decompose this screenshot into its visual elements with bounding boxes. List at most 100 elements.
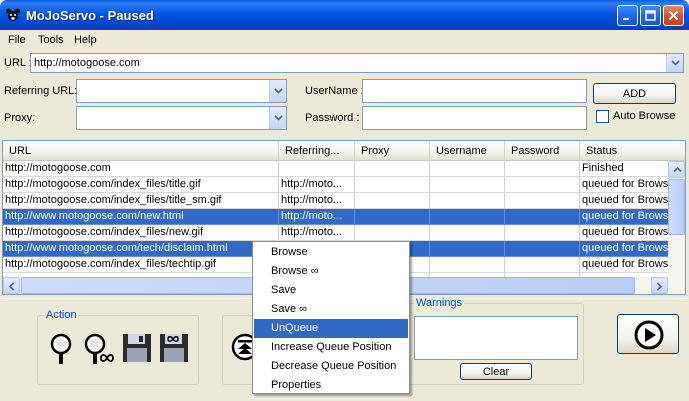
context-menu-item[interactable]: Properties [254,376,408,395]
table-cell-url: http://www.motogoose.com/new.html [3,209,279,225]
save-icon[interactable] [122,333,152,363]
table-cell-user [430,225,505,241]
table-cell-pass [505,209,580,225]
proxy-combo[interactable] [76,106,287,130]
save-infinite-icon[interactable] [159,333,189,363]
table-header: URL Referring... Proxy Username Password… [3,141,685,161]
table-row[interactable]: http://motogoose.com/index_files/title.g… [3,177,669,193]
table-row[interactable]: http://motogoose.com/index_files/new.gif… [3,225,669,241]
window-title: MoJoServo - Paused [26,8,154,23]
referring-url-combo[interactable] [76,79,287,103]
username-field[interactable] [362,79,587,103]
title-bar: MoJoServo - Paused [0,0,689,30]
context-menu: Browse Browse ∞ Save Save ∞ UnQueue Increase … [252,241,410,394]
context-menu-item[interactable]: Save [254,281,408,300]
table-cell-status: queued for Brows... [580,225,669,241]
table-cell-pass [505,241,580,257]
column-header-referring[interactable]: Referring... [279,141,355,161]
table-cell-status: Finished [580,161,669,177]
action-legend: Action [44,309,79,321]
table-cell-user [430,257,505,273]
context-menu-item[interactable]: UnQueue [254,319,408,338]
close-button[interactable] [663,5,684,26]
column-header-proxy[interactable]: Proxy [355,141,430,161]
table-row[interactable]: http://motogoose.com Finished [3,161,669,177]
table-row[interactable]: http://motogoose.com/index_files/title_s… [3,193,669,209]
password-label: Password : [305,112,360,124]
auto-browse-label: Auto Browse [613,110,676,122]
table-cell-status: queued for Brows... [580,209,669,225]
table-cell-ref: http://moto... [279,177,355,193]
table-vertical-scrollbar[interactable] [668,161,685,279]
minimize-button[interactable] [617,5,638,26]
column-header-url[interactable]: URL [3,141,279,161]
table-cell-user [430,209,505,225]
menu-file[interactable]: File [8,34,26,46]
table-cell-user [430,161,505,177]
play-icon [634,320,664,350]
clear-button[interactable]: Clear [460,363,532,380]
context-menu-item[interactable]: Save ∞ [254,300,408,319]
scroll-left-button[interactable] [3,277,20,294]
table-cell-url: http://motogoose.com [3,161,279,177]
vertical-scroll-thumb[interactable] [668,179,685,235]
arrow-left-icon [8,282,15,291]
scroll-up-button[interactable] [668,161,685,178]
chevron-down-icon [671,60,680,66]
url-value: http://motogoose.com [34,57,140,69]
table-cell-ref [279,161,355,177]
play-button[interactable] [617,314,679,354]
minimize-icon [623,18,629,20]
context-menu-item[interactable]: Browse [254,243,408,262]
arrow-right-icon [656,282,663,291]
table-cell-url: http://motogoose.com/index_files/title_s… [3,193,279,209]
warnings-legend: Warnings [414,297,465,309]
table-row[interactable]: http://www.motogoose.com/new.html http://… [3,209,669,225]
menu-tools[interactable]: Tools [38,34,64,46]
column-header-username[interactable]: Username [430,141,505,161]
table-cell-user [430,177,505,193]
add-button[interactable]: ADD [593,83,676,104]
table-cell-proxy [355,193,430,209]
context-menu-item[interactable]: Decrease Queue Position [254,357,408,376]
table-cell-status: queued for Brows... [580,257,669,273]
context-menu-item[interactable]: Increase Queue Position [254,338,408,357]
browse-icon[interactable] [47,332,75,366]
app-icon [6,8,20,21]
table-cell-pass [505,257,580,273]
scroll-right-button[interactable] [651,277,668,294]
auto-browse-checkbox[interactable] [596,110,609,123]
maximize-button[interactable] [640,5,661,26]
context-menu-item[interactable]: Browse ∞ [254,262,408,281]
table-cell-proxy [355,225,430,241]
table-cell-user [430,193,505,209]
table-cell-status: queued for Brows... [580,177,669,193]
warnings-box[interactable] [414,316,578,360]
table-cell-pass [505,193,580,209]
table-cell-pass [505,177,580,193]
column-header-password[interactable]: Password [505,141,580,161]
table-cell-proxy [355,209,430,225]
table-cell-url: http://motogoose.com/index_files/new.gif [3,225,279,241]
table-cell-ref: http://moto... [279,193,355,209]
password-field[interactable] [362,106,587,130]
table-cell-url: http://www.motogoose.com/tech/disclaim.h… [3,241,279,257]
referring-dropdown-button[interactable] [269,80,286,102]
table-cell-pass [505,225,580,241]
proxy-dropdown-button[interactable] [269,107,286,129]
menu-help[interactable]: Help [74,34,97,46]
table-cell-proxy [355,177,430,193]
browse-infinite-icon[interactable] [83,332,117,366]
url-combo[interactable]: http://motogoose.com [30,53,684,73]
maximize-icon [645,10,656,21]
table-cell-status: queued for Brows... [580,193,669,209]
close-icon [668,10,679,21]
chevron-down-icon [274,115,283,121]
username-label: UserName : [305,85,364,97]
column-header-status[interactable]: Status [580,141,685,161]
url-dropdown-button[interactable] [666,54,683,72]
chevron-down-icon [274,88,283,94]
url-label: URL : [4,57,32,69]
table-cell-pass [505,161,580,177]
proxy-label: Proxy: [4,112,36,124]
